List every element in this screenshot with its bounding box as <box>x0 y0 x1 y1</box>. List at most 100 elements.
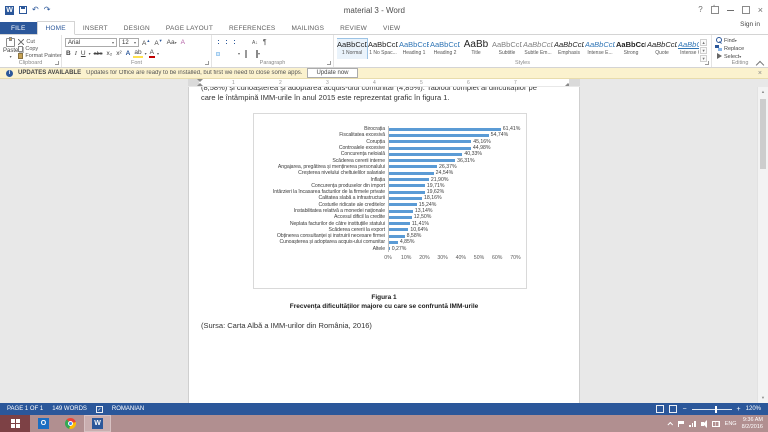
page-indicator[interactable]: PAGE 1 OF 1 <box>7 406 43 412</box>
decrease-indent-button[interactable] <box>241 42 243 44</box>
tab-file[interactable]: FILE <box>0 22 37 34</box>
tab-mailings[interactable]: MAILINGS <box>283 22 332 34</box>
styles-scroll-up-icon[interactable]: ▲ <box>700 39 707 46</box>
align-left-button[interactable] <box>217 53 219 55</box>
style-subtle-em-[interactable]: AaBbCcDdSubtle Em... <box>523 39 553 59</box>
select-button[interactable]: Select▾ <box>715 53 765 60</box>
cut-button[interactable]: Cut <box>18 39 61 45</box>
word-logo-icon[interactable]: W <box>5 6 14 15</box>
zoom-in-icon[interactable]: + <box>737 406 741 413</box>
document-page[interactable]: (8,58%) și cunoașterea și adoptarea acqu… <box>188 87 580 403</box>
font-dialog-launcher-icon[interactable] <box>205 61 209 65</box>
font-name-combo[interactable]: Arial▾ <box>65 38 117 47</box>
zoom-slider-thumb[interactable] <box>715 406 717 413</box>
increase-indent-button[interactable] <box>246 42 248 44</box>
proofing-icon[interactable]: ✓ <box>96 406 103 413</box>
tab-home[interactable]: HOME <box>37 21 75 35</box>
ribbon-display-options-icon[interactable] <box>711 6 719 14</box>
close-notification-icon[interactable]: × <box>758 70 762 77</box>
underline-button[interactable]: U <box>80 50 87 57</box>
minimize-icon[interactable] <box>727 10 734 11</box>
chrome-taskbar-button[interactable] <box>57 415 84 432</box>
shrink-font-button[interactable]: A▼ <box>153 38 163 47</box>
line-spacing-button[interactable]: ▾ <box>237 50 241 58</box>
superscript-button[interactable]: x² <box>115 50 122 57</box>
save-icon[interactable] <box>19 6 27 14</box>
scroll-down-icon[interactable]: ▼ <box>758 393 768 403</box>
text-effects-button[interactable]: A <box>125 50 132 57</box>
vertical-scrollbar[interactable]: ▲ ▼ <box>757 87 768 403</box>
multilevel-list-button[interactable] <box>233 39 238 47</box>
touch-keyboard-icon[interactable] <box>712 421 720 427</box>
first-line-indent-marker[interactable] <box>197 79 203 82</box>
tab-design[interactable]: DESIGN <box>116 22 158 34</box>
update-now-button[interactable]: Update now <box>307 68 357 78</box>
start-button[interactable] <box>0 415 30 432</box>
style-intense-q-[interactable]: AaBbCcDaIntense Q... <box>678 39 699 59</box>
clipboard-dialog-launcher-icon[interactable] <box>55 61 59 65</box>
style-1-normal[interactable]: AaBbCcDc1 Normal <box>337 39 367 59</box>
style-quote[interactable]: AaBbCcDaQuote <box>647 39 677 59</box>
sort-button[interactable]: A↓ <box>251 39 259 47</box>
replace-button[interactable]: Replace <box>715 45 765 52</box>
hanging-indent-marker[interactable] <box>197 83 203 86</box>
shading-button[interactable] <box>244 50 252 58</box>
word-count[interactable]: 149 WORDS <box>52 406 87 412</box>
sign-in-link[interactable]: Sign in <box>740 21 760 28</box>
clear-formatting-button[interactable]: A <box>180 39 186 46</box>
speaker-icon[interactable] <box>701 422 704 426</box>
format-painter-button[interactable]: Format Painter <box>18 53 61 59</box>
styles-dialog-launcher-icon[interactable] <box>705 61 709 65</box>
style-heading-2[interactable]: AaBbCcDdHeading 2 <box>430 39 460 59</box>
numbering-button[interactable] <box>225 39 230 47</box>
outlook-taskbar-button[interactable]: O <box>30 415 57 432</box>
copy-button[interactable]: Copy <box>18 46 61 52</box>
undo-icon[interactable]: ↶ <box>32 6 39 14</box>
web-layout-icon[interactable] <box>669 405 677 413</box>
paste-button[interactable]: Paste ▾ <box>3 37 18 59</box>
language-indicator[interactable]: ROMANIAN <box>112 406 144 412</box>
subscript-button[interactable]: x₂ <box>105 50 113 57</box>
collapse-ribbon-icon[interactable] <box>757 60 763 64</box>
show-hidden-icons-icon[interactable] <box>668 421 674 427</box>
zoom-level[interactable]: 120% <box>746 406 761 412</box>
input-language[interactable]: ENG <box>725 421 737 427</box>
highlight-color-button[interactable]: ab <box>133 49 142 58</box>
style-title[interactable]: AaBbTitle <box>461 39 491 59</box>
clock[interactable]: 9:36 AM 8/2/2016 <box>742 417 763 430</box>
restore-icon[interactable] <box>742 6 750 14</box>
style-emphasis[interactable]: AaBbCcDdEmphasis <box>554 39 584 59</box>
grow-font-button[interactable]: A▲ <box>141 38 151 47</box>
help-icon[interactable]: ? <box>698 5 702 15</box>
find-button[interactable]: Find▾ <box>715 37 765 44</box>
style-1-no-spac-[interactable]: AaBbCcDc1 No Spac... <box>368 39 398 59</box>
show-formatting-button[interactable]: ¶ <box>262 38 268 48</box>
style-heading-1[interactable]: AaBbCcEHeading 1 <box>399 39 429 59</box>
read-mode-icon[interactable] <box>656 405 664 413</box>
scroll-up-icon[interactable]: ▲ <box>758 87 768 97</box>
scrollbar-thumb[interactable] <box>760 99 766 169</box>
align-center-button[interactable] <box>222 53 224 55</box>
align-right-button[interactable] <box>227 53 229 55</box>
tab-insert[interactable]: INSERT <box>75 22 116 34</box>
right-indent-marker[interactable] <box>565 83 571 86</box>
strikethrough-button[interactable]: abc <box>93 51 104 57</box>
styles-scroll-down-icon[interactable]: ▼ <box>700 47 707 54</box>
network-icon[interactable] <box>689 421 696 427</box>
figure-bar-chart[interactable]: Birocrația61,41%Fiscalitatea excesivă54,… <box>253 113 527 289</box>
tab-view[interactable]: VIEW <box>375 22 408 34</box>
tab-references[interactable]: REFERENCES <box>221 22 283 34</box>
redo-icon[interactable]: ↷ <box>44 6 51 14</box>
tab-review[interactable]: REVIEW <box>332 22 375 34</box>
style-strong[interactable]: AaBbCcDdStrong <box>616 39 646 59</box>
zoom-out-icon[interactable]: − <box>682 406 686 413</box>
justify-button[interactable] <box>232 53 234 55</box>
change-case-button[interactable]: Aa▾ <box>166 39 178 46</box>
word-taskbar-button[interactable]: W <box>84 415 111 432</box>
style-subtitle[interactable]: AaBbCcDdSubtitle <box>492 39 522 59</box>
zoom-slider[interactable] <box>692 409 732 410</box>
paragraph-dialog-launcher-icon[interactable] <box>327 61 331 65</box>
print-layout-icon[interactable] <box>188 0 196 8</box>
bold-button[interactable]: B <box>65 50 72 57</box>
tab-page-layout[interactable]: PAGE LAYOUT <box>158 22 221 34</box>
